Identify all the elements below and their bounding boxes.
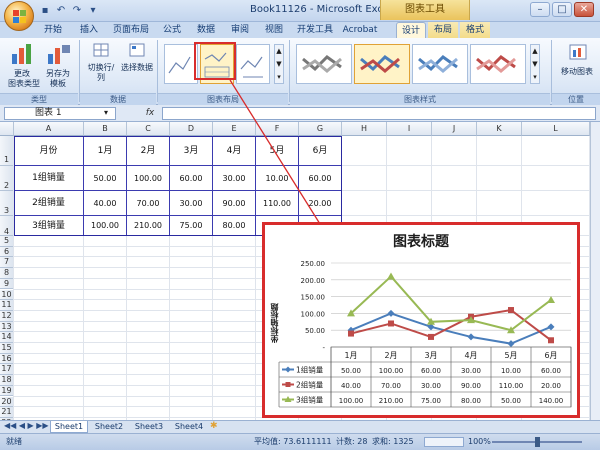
chart-plot: 250.00 200.00 150.00 100.00 50.00 - 1月 2月 3月 4月 5月…: [278, 260, 572, 408]
x-tick-label: 4月: [464, 351, 477, 360]
chart-table-value: 50.00: [341, 367, 361, 375]
x-tick-label: 1月: [344, 351, 357, 360]
excel-window: ▪ ↶ ↷ ▾ Book11126 - Microsoft Excel 图表工具…: [0, 0, 600, 450]
x-tick-label: 3月: [424, 351, 437, 360]
series-line: [350, 308, 552, 342]
zoom-slider-thumb[interactable]: [535, 437, 540, 447]
sheet-tab-1[interactable]: Sheet1: [50, 421, 88, 433]
legend-key-marker: [285, 366, 291, 373]
chart-table-value: 70.00: [381, 382, 401, 390]
chart[interactable]: 图表标题 坐标轴标题 250.00 200.00 150.00 100.00 50.00…: [262, 222, 580, 418]
series-point: [387, 272, 395, 280]
legend-key-marker: [285, 382, 291, 387]
series-point: [428, 333, 434, 340]
y-tick-label: 200.00: [301, 277, 326, 285]
series-point: [508, 307, 514, 314]
chart-table-value: 30.00: [461, 367, 481, 375]
status-sum: 求和: 1325: [372, 437, 414, 446]
chart-table-value: 20.00: [541, 382, 561, 390]
legend-entry: 1组销量: [296, 365, 324, 375]
series-point: [467, 333, 475, 341]
y-tick-label: 150.00: [301, 294, 326, 302]
series-point: [388, 320, 394, 327]
legend-entry: 2组销量: [296, 380, 324, 390]
chart-table-value: 210.00: [379, 397, 404, 405]
x-tick-label: 2月: [384, 351, 397, 360]
status-count: 计数: 28: [336, 437, 368, 446]
series-point: [547, 323, 555, 331]
insert-sheet-icon[interactable]: ✱: [210, 421, 218, 431]
zoom-level[interactable]: 100%: [468, 434, 491, 450]
status-ready: 就绪: [6, 437, 22, 446]
series-line: [350, 275, 552, 332]
y-tick-label: 50.00: [305, 327, 325, 335]
series-point: [387, 309, 395, 317]
sheet-tab-2[interactable]: Sheet2: [90, 421, 128, 433]
series-point: [507, 340, 515, 348]
chart-table-value: 90.00: [461, 382, 481, 390]
x-tick-label: 6月: [544, 351, 557, 360]
chart-table-value: 10.00: [501, 367, 521, 375]
sheet-tabs-bar: ◀◀ ◀ ▶ ▶▶ Sheet1 Sheet2 Sheet3 Sheet4 ✱: [0, 420, 600, 433]
series-point: [547, 295, 555, 303]
chart-table-value: 100.00: [339, 397, 364, 405]
chart-table-value: 60.00: [421, 367, 441, 375]
chart-table-value: 80.00: [461, 397, 481, 405]
chart-table-value: 50.00: [501, 397, 521, 405]
y-tick-label: 250.00: [301, 260, 326, 268]
status-bar: 就绪 平均值: 73.6111111 计数: 28 求和: 1325 100%: [0, 433, 600, 450]
chart-table-value: 100.00: [379, 367, 404, 375]
chart-table-value: 75.00: [421, 397, 441, 405]
chart-table-value: 110.00: [499, 382, 524, 390]
chart-table-value: 40.00: [341, 382, 361, 390]
x-tick-label: 5月: [504, 351, 517, 360]
chart-table-value: 30.00: [421, 382, 441, 390]
sheet-nav-icon[interactable]: ◀◀ ◀ ▶ ▶▶: [4, 421, 49, 430]
legend-entry: 3组销量: [296, 395, 324, 405]
series-point: [548, 337, 554, 344]
status-average: 平均值: 73.6111111: [254, 437, 332, 446]
y-tick-label: -: [322, 344, 325, 352]
sheet-tab-3[interactable]: Sheet3: [130, 421, 168, 433]
office-button[interactable]: [4, 1, 34, 31]
series-point: [348, 330, 354, 337]
y-tick-label: 100.00: [301, 310, 326, 318]
chart-table-value: 140.00: [539, 397, 564, 405]
chart-table-value: 60.00: [541, 367, 561, 375]
sheet-tab-4[interactable]: Sheet4: [170, 421, 208, 433]
view-buttons[interactable]: [424, 437, 464, 447]
